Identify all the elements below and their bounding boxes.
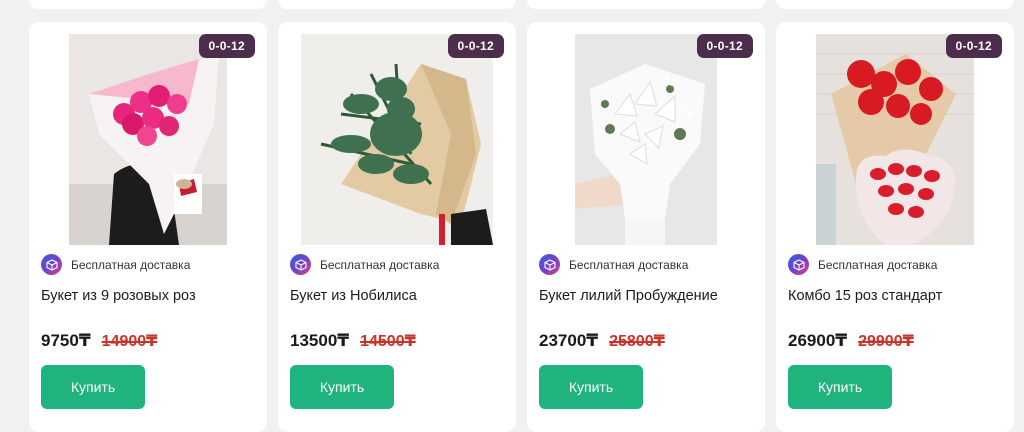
installment-badge: 0-0-12 [945,34,1002,58]
product-title[interactable]: Букет лилий Пробуждение [539,288,718,304]
current-price: 9750₸ [41,331,91,350]
buy-button[interactable]: Купить [788,365,892,409]
product-image-nobilis[interactable] [301,34,493,245]
free-delivery-text: Бесплатная доставка [818,257,938,272]
free-delivery-label: Бесплатная доставка [788,254,937,275]
product-card[interactable]: 0-0-12 Бесплатная доставка Комбо 15 роз … [776,22,1014,432]
buy-button[interactable]: Купить [290,365,394,409]
product-title[interactable]: Комбо 15 роз стандарт [788,288,942,304]
old-price: 14500₸ [360,333,416,350]
price-block: 26900₸ 29900₸ [788,331,914,351]
installment-badge: 0-0-12 [198,34,255,58]
product-image-roses-kinder[interactable] [816,34,974,245]
current-price: 26900₸ [788,331,848,350]
product-card[interactable]: 0-0-12 Бесплатная доставка Букет лилий П… [527,22,765,432]
previous-row-card-edge [278,0,516,9]
product-grid: 0-0-12 Бесплатная доставка Букет из 9 ро… [29,22,1014,432]
box-icon [539,254,560,275]
box-icon [290,254,311,275]
old-price: 29900₸ [858,333,914,350]
free-delivery-text: Бесплатная доставка [320,257,440,272]
price-block: 13500₸ 14500₸ [290,331,416,351]
current-price: 13500₸ [290,331,350,350]
free-delivery-label: Бесплатная доставка [41,254,190,275]
box-icon [788,254,809,275]
buy-button[interactable]: Купить [41,365,145,409]
old-price: 25800₸ [609,333,665,350]
previous-row-card-edge [776,0,1014,9]
free-delivery-label: Бесплатная доставка [539,254,688,275]
free-delivery-text: Бесплатная доставка [71,257,191,272]
previous-row-card-edge [527,0,765,9]
free-delivery-text: Бесплатная доставка [569,257,689,272]
product-title[interactable]: Букет из Нобилиса [290,288,417,304]
product-card[interactable]: 0-0-12 Бесплатная доставка Букет из 9 ро… [29,22,267,432]
price-block: 9750₸ 14900₸ [41,331,157,351]
free-delivery-label: Бесплатная доставка [290,254,439,275]
box-icon [41,254,62,275]
product-image-pink-roses[interactable] [69,34,227,245]
product-card[interactable]: 0-0-12 Бесплатная доставка Букет из Ноби… [278,22,516,432]
current-price: 23700₸ [539,331,599,350]
previous-row-card-edge [29,0,267,9]
old-price: 14900₸ [101,333,158,350]
product-image-lilies[interactable] [575,34,717,245]
price-block: 23700₸ 25800₸ [539,331,665,351]
installment-badge: 0-0-12 [696,34,753,58]
product-title[interactable]: Букет из 9 розовых роз [41,288,196,304]
buy-button[interactable]: Купить [539,365,643,409]
installment-badge: 0-0-12 [447,34,504,58]
